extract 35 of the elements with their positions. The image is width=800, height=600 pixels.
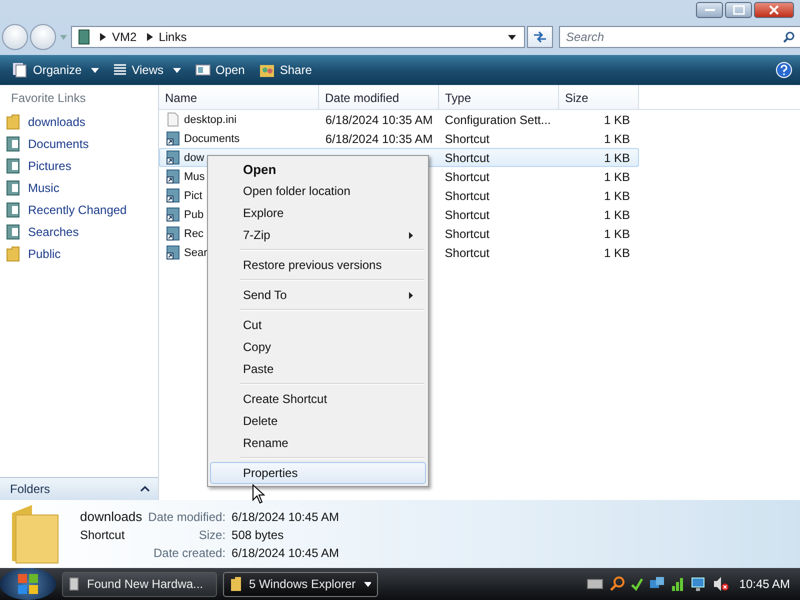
type-cell: Configuration Sett... [444, 112, 551, 126]
type-cell: Shortcut [444, 170, 490, 184]
size-cell: 1 KB [604, 246, 630, 260]
type-cell: Shortcut [444, 132, 490, 146]
type-cell: Shortcut [444, 150, 490, 164]
type-cell: Shortcut [444, 246, 490, 260]
type-cell: Shortcut [444, 208, 490, 222]
section-heading: Favorite Links [10, 91, 87, 107]
item-type: Shortcut [80, 528, 126, 542]
file-name: Mus [184, 170, 205, 182]
file-name: Sear [184, 246, 208, 258]
date-cell: 6/18/2024 10:35 AM [325, 132, 433, 146]
property-value: 6/18/2024 10:45 AM [232, 546, 339, 560]
property-value: 6/18/2024 10:45 AM [232, 510, 339, 524]
file-name: Documents [184, 132, 240, 144]
size-cell: 1 KB [604, 226, 630, 240]
size-cell: 1 KB [604, 188, 630, 202]
property-label: Date modified: [148, 510, 226, 524]
property-label: Size: [198, 528, 226, 542]
type-cell: Shortcut [444, 226, 490, 240]
item-name: downloads [80, 509, 142, 524]
file-name: Rec [184, 228, 204, 240]
type-cell: Shortcut [444, 188, 490, 202]
property-label: Date created: [152, 546, 226, 560]
size-cell: 1 KB [604, 132, 630, 146]
file-name: desktop.ini [184, 114, 237, 126]
size-cell: 1 KB [604, 170, 630, 184]
size-cell: 1 KB [604, 112, 630, 126]
size-cell: 1 KB [604, 150, 630, 164]
file-name: Pub [184, 208, 204, 220]
size-cell: 1 KB [604, 208, 630, 222]
date-cell: 6/18/2024 10:35 AM [325, 112, 433, 126]
file-name: Pict [184, 190, 202, 202]
file-name: dow [184, 152, 204, 164]
property-value: 508 bytes [232, 528, 285, 542]
